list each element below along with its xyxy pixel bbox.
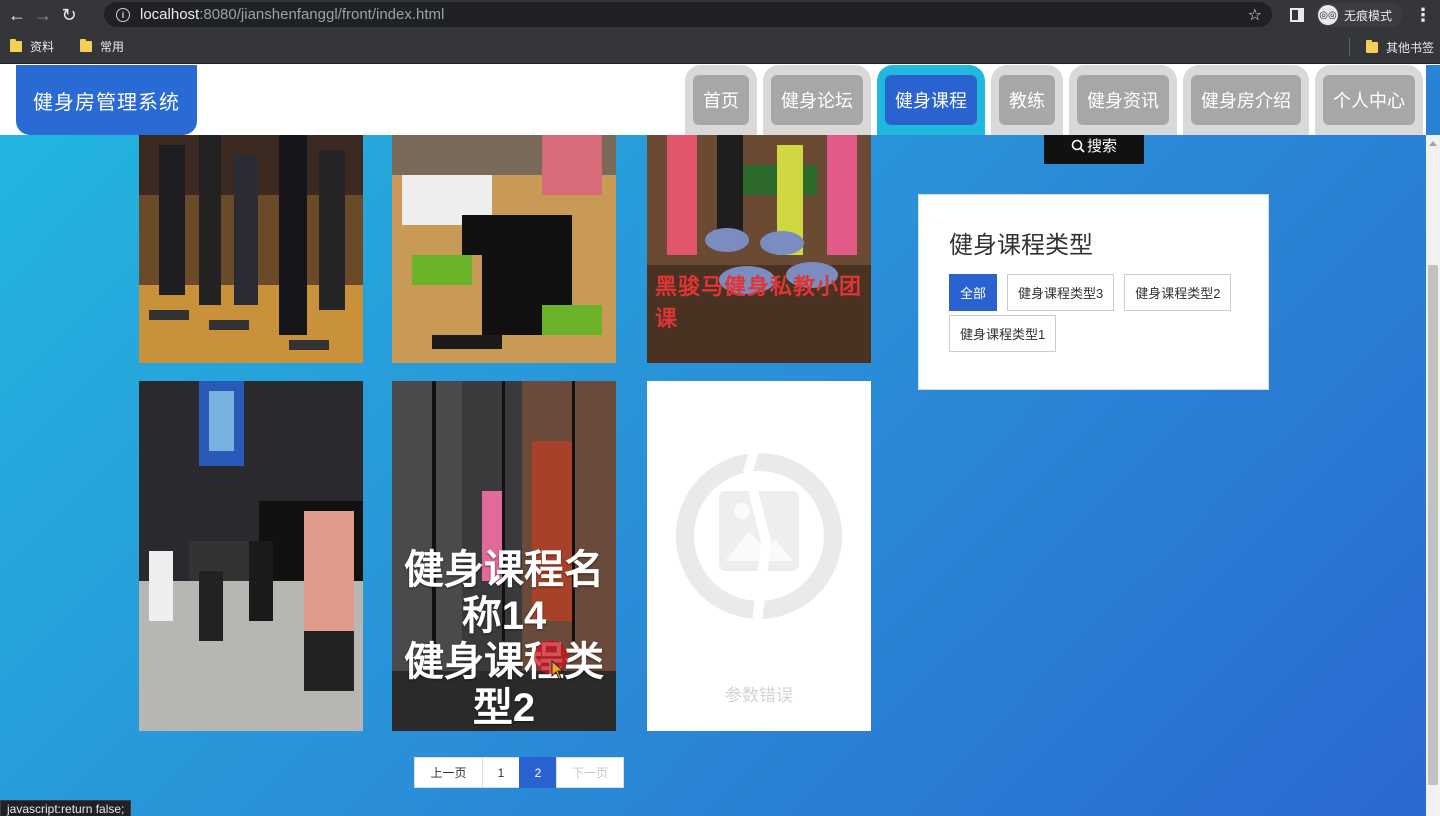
nav-label: 教练 [999,75,1055,125]
category-panel: 健身课程类型 全部 健身课程类型3 健身课程类型2 健身课程类型1 [918,194,1269,390]
course-card[interactable] [392,135,616,363]
scroll-thumb[interactable] [1428,265,1438,785]
category-chip[interactable]: 健身课程类型2 [1124,274,1232,311]
broken-image-icon [676,406,842,671]
incognito-label: 无痕模式 [1343,8,1392,23]
menu-kebab-icon[interactable]: ⋮ [1414,5,1432,26]
incognito-indicator[interactable]: ◎◎ 无痕模式 [1315,3,1402,27]
nav-item-home[interactable]: 首页 [685,65,757,135]
site-header: 健身房管理系统 首页 健身论坛 健身课程 教练 健身资讯 健身房介绍 个人中心 [0,65,1426,135]
nav-label: 首页 [693,75,749,125]
status-bar: javascript:return false; [0,800,132,816]
side-panel-icon[interactable] [1289,8,1304,22]
course-card[interactable] [139,135,363,363]
page-scrollbar[interactable] [1426,135,1440,816]
folder-icon [1365,39,1378,53]
other-bookmarks[interactable]: 其他书签 [1348,38,1434,56]
folder-icon [10,39,22,52]
main-nav: 首页 健身论坛 健身课程 教练 健身资讯 健身房介绍 个人中心 [685,65,1423,135]
nav-item-coaches[interactable]: 教练 [991,65,1063,135]
prev-page-button[interactable]: 上一页 [414,757,483,788]
nav-item-profile[interactable]: 个人中心 [1315,65,1423,135]
category-chip-all[interactable]: 全部 [949,274,998,311]
bookmark-star-icon[interactable]: ☆ [1248,5,1262,25]
course-card[interactable] [139,381,363,731]
bookmark-label: 常用 [100,40,125,54]
page-button[interactable]: 1 [482,757,520,788]
search-label: 搜索 [1086,138,1117,155]
nav-label: 健身课程 [885,75,977,125]
nav-item-news[interactable]: 健身资讯 [1069,65,1177,135]
bookmarks-bar: 资料 常用 其他书签 [0,30,1440,64]
course-card[interactable]: 黑骏马健身私教小团课 [647,135,871,363]
course-image [139,135,363,363]
nav-label: 健身房介绍 [1191,75,1301,125]
page-button-current[interactable]: 2 [519,757,557,788]
course-image [392,135,616,363]
url-host: localhost [140,6,200,23]
nav-label: 健身资讯 [1077,75,1169,125]
category-chip[interactable]: 健身课程类型1 [949,315,1057,352]
mouse-cursor-icon [551,660,565,680]
folder-icon [80,39,93,52]
nav-item-forum[interactable]: 健身论坛 [763,65,871,135]
site-info-icon[interactable]: i [116,7,130,22]
page-viewport: 健身房管理系统 首页 健身论坛 健身课程 教练 健身资讯 健身房介绍 个人中心 … [0,65,1440,816]
image-watermark: 黑骏马健身私教小团课 [655,274,863,331]
other-bookmarks-label: 其他书签 [1385,40,1434,55]
next-page-button[interactable]: 下一页 [556,757,624,788]
reload-icon[interactable]: ↻ [56,2,82,28]
category-list: 全部 健身课程类型3 健身课程类型2 健身课程类型1 [949,274,1249,352]
course-card[interactable]: 健身课程名称14 健身课程类型2 [392,381,616,731]
back-icon[interactable]: ← [4,2,30,28]
nav-label: 个人中心 [1323,75,1415,125]
search-icon [1071,139,1085,153]
pagination: 上一页 1 2 下一页 [414,757,624,788]
browser-toolbar: ← → ↻ i localhost:8080/jianshenfanggl/fr… [0,0,1440,30]
nav-item-gym-intro[interactable]: 健身房介绍 [1183,65,1309,135]
category-chip[interactable]: 健身课程类型3 [1007,274,1115,311]
scroll-up-icon[interactable] [1429,141,1437,146]
course-image [139,381,363,731]
category-title: 健身课程类型 [949,232,1093,259]
incognito-icon: ◎◎ [1317,5,1338,25]
bookmark-label: 资料 [30,40,55,54]
broken-image-label: 参数错误 [725,686,793,705]
bookmark-folder[interactable]: 资料 [10,38,54,55]
forward-icon[interactable]: → [30,2,56,28]
course-caption: 健身课程名称14 健身课程类型2 [404,548,604,730]
nav-label: 健身论坛 [771,75,863,125]
course-card[interactable]: 参数错误 [647,381,871,731]
url-path: :8080/jianshenfanggl/front/index.html [199,6,445,23]
address-bar[interactable]: i localhost:8080/jianshenfanggl/front/in… [104,2,1272,27]
bookmark-separator [1348,38,1350,56]
nav-item-courses[interactable]: 健身课程 [877,65,985,135]
bookmark-folder[interactable]: 常用 [80,38,124,55]
site-brand[interactable]: 健身房管理系统 [16,65,197,135]
